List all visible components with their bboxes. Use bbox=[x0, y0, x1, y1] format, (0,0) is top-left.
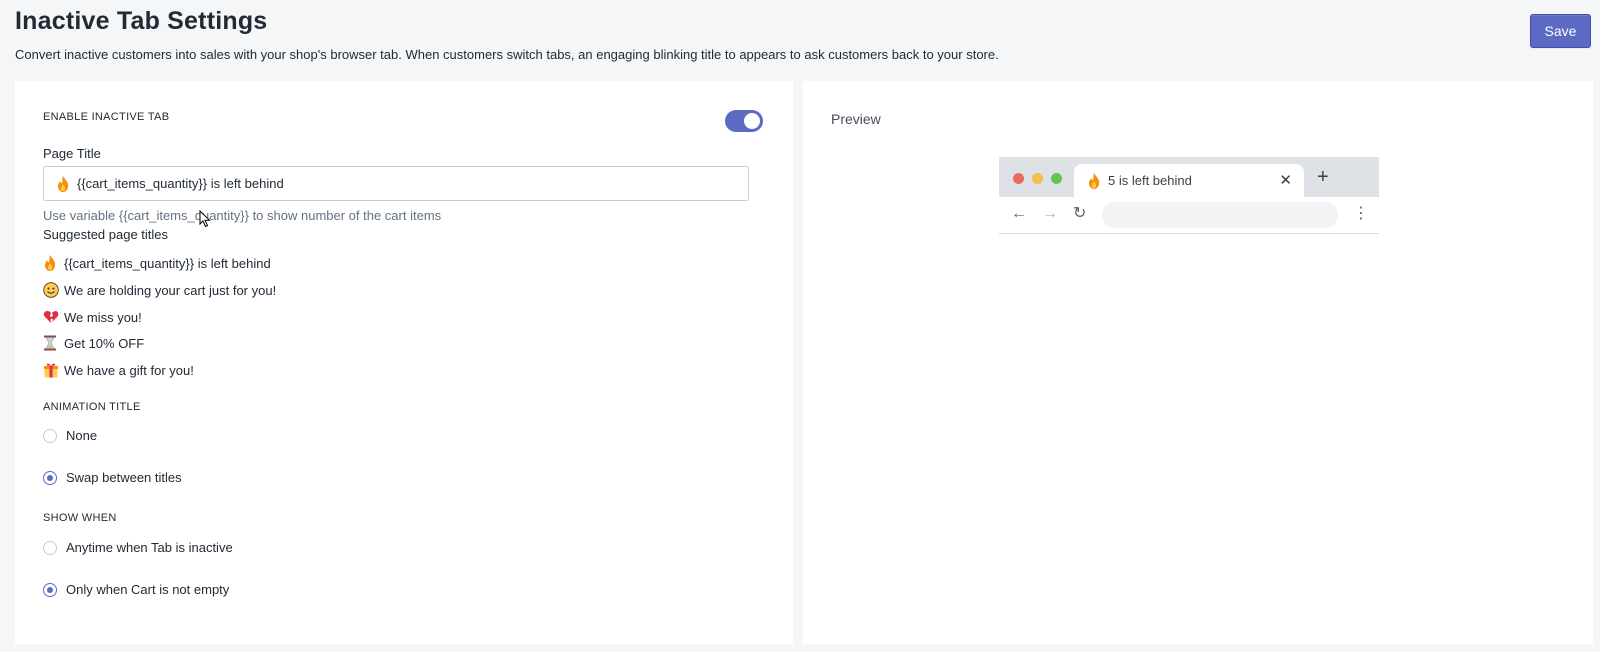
browser-tab: 5 is left behind ✕ bbox=[1074, 164, 1304, 197]
kebab-menu-icon: ⋮ bbox=[1353, 205, 1369, 222]
animation-title-label: ANIMATION TITLE bbox=[43, 401, 141, 413]
radio-button[interactable] bbox=[43, 470, 57, 485]
gift-icon bbox=[43, 362, 59, 378]
window-minimize-dot bbox=[1032, 173, 1043, 184]
variable-help-text: Use variable {{cart_items_quantity}} to … bbox=[43, 208, 442, 223]
fire-icon bbox=[1087, 172, 1103, 189]
plus-icon: + bbox=[1317, 166, 1329, 188]
page-title: Inactive Tab Settings bbox=[15, 7, 268, 35]
page-title-value: {{cart_items_quantity}} is left behind bbox=[77, 176, 284, 191]
browser-tab-bar: 5 is left behind ✕ + bbox=[999, 157, 1379, 197]
radio-button[interactable] bbox=[43, 540, 57, 555]
fire-icon bbox=[56, 175, 72, 192]
close-icon: ✕ bbox=[1279, 172, 1292, 189]
suggestion-item[interactable]: We have a gift for you! bbox=[43, 362, 194, 378]
browser-nav-bar: ← → ↻ ⋮ bbox=[999, 197, 1379, 234]
enable-inactive-tab-label: ENABLE INACTIVE TAB bbox=[43, 111, 170, 123]
mouse-cursor-icon bbox=[199, 209, 211, 233]
page-title-label: Page Title bbox=[43, 146, 101, 161]
broken-heart-icon bbox=[43, 309, 59, 325]
preview-card: Preview 5 is left behind ✕ + ← → ↻ ⋮ bbox=[803, 81, 1593, 644]
suggestion-item[interactable]: Get 10% OFF bbox=[43, 335, 144, 351]
suggestion-item[interactable]: {{cart_items_quantity}} is left behind bbox=[43, 255, 271, 271]
forward-arrow-icon: → bbox=[1042, 205, 1058, 222]
address-bar bbox=[1102, 202, 1338, 228]
show-when-label: SHOW WHEN bbox=[43, 512, 117, 524]
fire-icon bbox=[43, 255, 59, 271]
suggestion-item[interactable]: We miss you! bbox=[43, 309, 142, 325]
page-header: Inactive Tab Settings Convert inactive c… bbox=[15, 6, 1600, 62]
smiley-icon bbox=[43, 282, 59, 298]
window-maximize-dot bbox=[1051, 173, 1062, 184]
radio-button[interactable] bbox=[43, 582, 57, 597]
reload-icon: ↻ bbox=[1073, 205, 1087, 222]
suggested-titles-label: Suggested page titles bbox=[43, 227, 169, 242]
animation-option-none[interactable]: None bbox=[43, 428, 97, 443]
animation-option-swap[interactable]: Swap between titles bbox=[43, 470, 182, 485]
window-close-dot bbox=[1013, 173, 1024, 184]
browser-preview: 5 is left behind ✕ + ← → ↻ ⋮ bbox=[999, 157, 1379, 234]
page-subtitle: Convert inactive customers into sales wi… bbox=[15, 47, 999, 62]
suggestion-item[interactable]: We are holding your cart just for you! bbox=[43, 282, 276, 298]
settings-card: ENABLE INACTIVE TAB Page Title {{cart_it… bbox=[15, 81, 793, 644]
toggle-knob bbox=[744, 113, 760, 129]
show-when-option-cart-not-empty[interactable]: Only when Cart is not empty bbox=[43, 582, 229, 597]
hourglass-icon bbox=[43, 335, 59, 351]
show-when-option-anytime[interactable]: Anytime when Tab is inactive bbox=[43, 540, 233, 555]
preview-label: Preview bbox=[831, 111, 881, 127]
back-arrow-icon: ← bbox=[1011, 205, 1027, 222]
page-title-input[interactable]: {{cart_items_quantity}} is left behind bbox=[43, 166, 749, 201]
radio-button[interactable] bbox=[43, 428, 57, 443]
enable-inactive-tab-toggle[interactable] bbox=[725, 110, 763, 132]
save-button[interactable]: Save bbox=[1530, 14, 1591, 48]
browser-tab-title: 5 is left behind bbox=[1108, 173, 1192, 188]
